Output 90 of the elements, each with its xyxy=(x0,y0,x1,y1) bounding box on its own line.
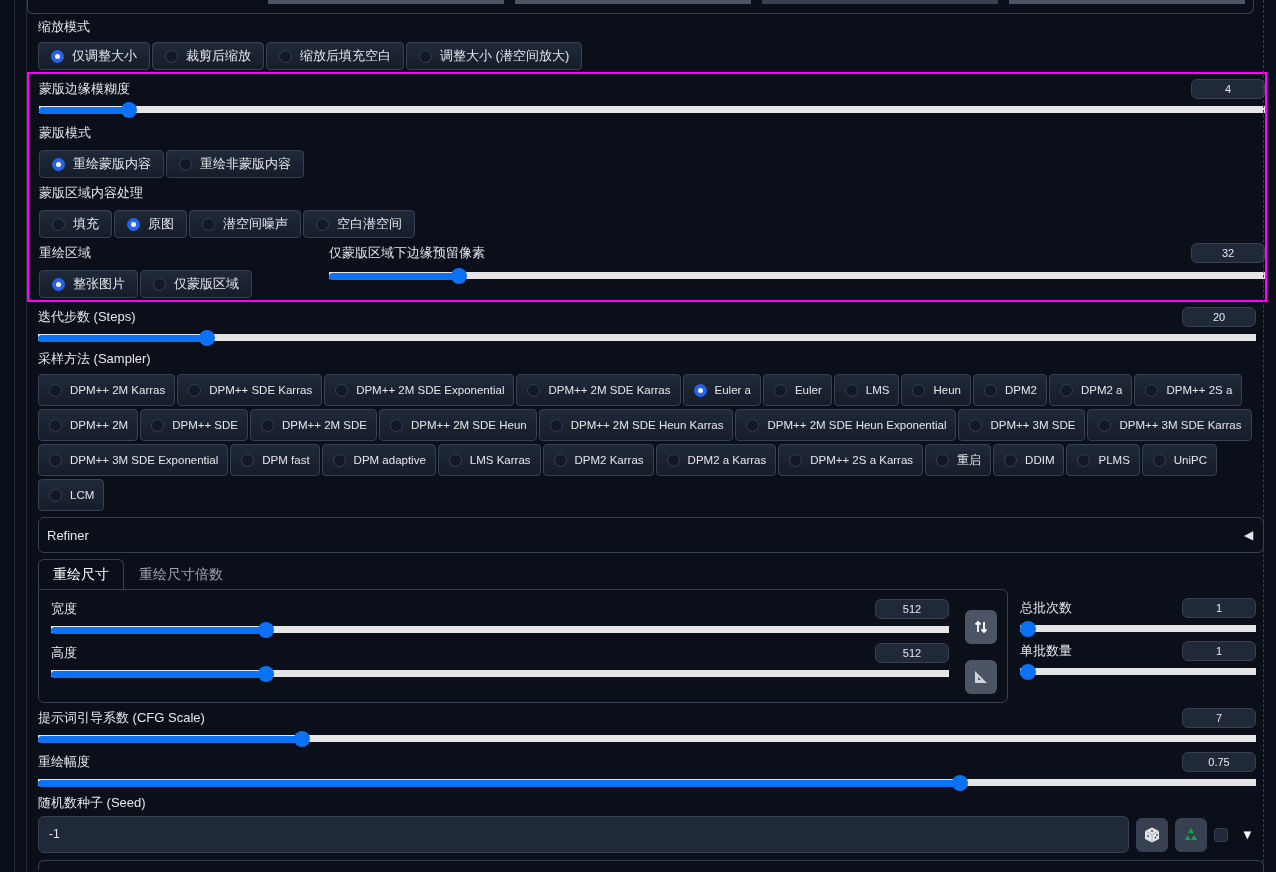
radio-option[interactable]: DPM++ 2M SDE Heun Exponential xyxy=(735,409,957,441)
accordion-title: Refiner xyxy=(47,527,89,543)
radio-option[interactable]: 仅调整大小 xyxy=(38,42,150,70)
slider-thumb[interactable] xyxy=(257,622,274,638)
number-field[interactable]: 20 xyxy=(1182,307,1256,327)
slider-label: 宽度 xyxy=(51,600,77,618)
radio-option[interactable]: DPM++ 2M Karras xyxy=(38,374,176,406)
radio-option[interactable]: 重绘蒙版内容 xyxy=(39,150,164,178)
slider-thumb[interactable] xyxy=(198,330,215,346)
radio-option[interactable]: 整张图片 xyxy=(39,270,138,298)
radio-option[interactable]: DPM++ 2M SDE Heun Karras xyxy=(538,409,734,441)
number-field[interactable]: 1 xyxy=(1182,598,1256,618)
field-label: 随机数种子 (Seed) xyxy=(38,794,147,812)
slider-thumb[interactable] xyxy=(450,268,467,284)
radio-option[interactable]: 原图 xyxy=(114,210,187,238)
slider-label: 仅蒙版区域下边缘预留像素 xyxy=(329,244,485,262)
slider-thumb[interactable] xyxy=(121,102,138,118)
radio-option[interactable]: Euler a xyxy=(682,374,761,406)
ruler-button[interactable] xyxy=(965,660,997,694)
slider-thumb[interactable] xyxy=(951,775,968,791)
seed-input[interactable]: -1 xyxy=(38,816,1129,853)
number-field[interactable]: 4 xyxy=(1191,79,1265,99)
slider-label: 重绘幅度 xyxy=(38,753,90,771)
radio-option[interactable]: DPM++ 3M SDE Exponential xyxy=(38,444,229,476)
radio-option[interactable]: DPM2 a xyxy=(1048,374,1133,406)
radio-option[interactable]: 缩放后填充空白 xyxy=(266,42,404,70)
slider-thumb[interactable] xyxy=(257,666,274,682)
radio-option[interactable]: DPM2 xyxy=(972,374,1047,406)
radio-option[interactable]: DPM2 Karras xyxy=(542,444,654,476)
radio-option[interactable]: DPM fast xyxy=(230,444,320,476)
radio-option[interactable]: DPM++ 2M SDE xyxy=(250,409,377,441)
field-label: 缩放模式 xyxy=(38,18,91,36)
radio-option[interactable]: DDIM xyxy=(993,444,1065,476)
number-field[interactable]: 32 xyxy=(1191,243,1265,263)
radio-option[interactable]: DPM++ 2S a Karras xyxy=(778,444,924,476)
slider-label: 迭代步数 (Steps) xyxy=(38,308,136,326)
swap-arrows-icon xyxy=(974,620,988,634)
radio-option[interactable]: 空白潜空间 xyxy=(303,210,415,238)
field-label: 蒙版区域内容处理 xyxy=(39,184,144,202)
radio-option[interactable]: 重绘非蒙版内容 xyxy=(166,150,304,178)
number-field[interactable]: 1 xyxy=(1182,641,1256,661)
radio-option[interactable]: 裁剪后缩放 xyxy=(152,42,264,70)
radio-option[interactable]: 填充 xyxy=(39,210,112,238)
radio-option[interactable]: 调整大小 (潜空间放大) xyxy=(406,42,583,70)
radio-option[interactable]: Euler xyxy=(762,374,832,406)
radio-option[interactable]: Heun xyxy=(901,374,971,406)
radio-option[interactable]: 潜空间噪声 xyxy=(189,210,301,238)
slider-label: 提示词引导系数 (CFG Scale) xyxy=(38,709,205,727)
radio-option[interactable]: DPM adaptive xyxy=(321,444,436,476)
slider-thumb[interactable] xyxy=(1020,664,1036,680)
collapse-toggle[interactable]: ◀ xyxy=(1244,528,1253,542)
radio-option[interactable]: UniPC xyxy=(1141,444,1218,476)
field-label: 蒙版模式 xyxy=(39,124,92,142)
number-field[interactable]: 512 xyxy=(875,643,949,663)
swap-button[interactable] xyxy=(965,610,997,644)
slider-thumb[interactable] xyxy=(1020,621,1036,637)
radio-option[interactable]: DPM++ 3M SDE Karras xyxy=(1087,409,1252,441)
radio-option[interactable]: DPM++ 2S a xyxy=(1134,374,1243,406)
radio-option[interactable]: 重启 xyxy=(925,444,992,476)
radio-option[interactable]: DPM++ 3M SDE xyxy=(958,409,1086,441)
number-field[interactable]: 512 xyxy=(875,599,949,619)
radio-option[interactable]: 仅蒙版区域 xyxy=(140,270,252,298)
random-seed-button[interactable] xyxy=(1136,817,1168,852)
tab[interactable]: 重绘尺寸 xyxy=(38,559,124,589)
radio-option[interactable]: DPM++ SDE Karras xyxy=(177,374,323,406)
slider-thumb[interactable] xyxy=(293,731,310,747)
radio-option[interactable]: DPM++ 2M SDE Karras xyxy=(516,374,681,406)
radio-option[interactable]: DPM++ SDE xyxy=(140,409,248,441)
reuse-seed-button[interactable] xyxy=(1175,817,1207,852)
radio-option[interactable]: DPM2 a Karras xyxy=(655,444,777,476)
slider-label: 单批数量 xyxy=(1020,642,1072,660)
slider-label: 蒙版边缘模糊度 xyxy=(39,80,130,98)
number-field[interactable]: 0.75 xyxy=(1182,752,1256,772)
radio-option[interactable]: DPM++ 2M xyxy=(38,409,139,441)
checkbox[interactable] xyxy=(1214,827,1228,842)
dice-icon xyxy=(1143,825,1161,844)
radio-option[interactable]: DPM++ 2M SDE Exponential xyxy=(324,374,515,406)
slider-label: 总批次数 xyxy=(1020,599,1072,617)
expand-toggle[interactable]: ▼ xyxy=(1241,827,1254,842)
field-label: 采样方法 (Sampler) xyxy=(38,350,152,368)
radio-option[interactable]: LMS xyxy=(833,374,900,406)
radio-option[interactable]: DPM++ 2M SDE Heun xyxy=(379,409,537,441)
field-label: 重绘区域 xyxy=(39,244,92,262)
radio-option[interactable]: LMS Karras xyxy=(437,444,541,476)
number-field[interactable]: 7 xyxy=(1182,708,1256,728)
tab[interactable]: 重绘尺寸倍数 xyxy=(124,559,238,589)
slider-label: 高度 xyxy=(51,644,77,662)
accordion-header[interactable]: Refiner ◀ xyxy=(38,517,1264,553)
radio-option[interactable]: LCM xyxy=(38,479,105,511)
radio-option[interactable]: PLMS xyxy=(1066,444,1140,476)
